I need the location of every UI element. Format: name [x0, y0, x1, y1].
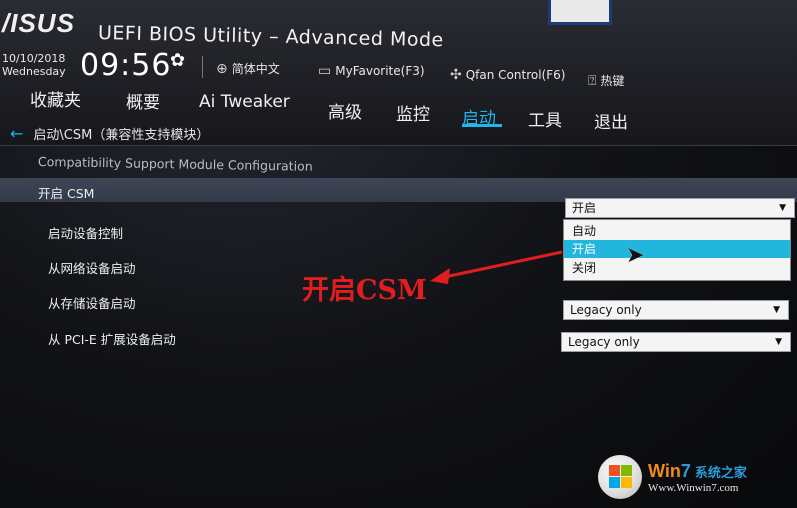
- chevron-down-icon: ▼: [775, 337, 782, 347]
- main-nav: 收藏夹 概要 Ai Tweaker 高级 监控 启动 工具 退出: [0, 86, 797, 133]
- weekday-text: Wednesday: [2, 65, 66, 78]
- setting-label-pcie-boot[interactable]: 从 PCI-E 扩展设备启动: [48, 329, 176, 348]
- storage-boot-value: Legacy only: [570, 303, 642, 317]
- setting-label-csm: 开启 CSM: [38, 186, 95, 201]
- breadcrumb-text: 启动\CSM（兼容性支持模块）: [33, 128, 210, 143]
- time-display: 09:56: [80, 48, 172, 83]
- tab-advanced[interactable]: 高级: [328, 98, 362, 123]
- watermark-text: Win7 系统之家 Www.Winwin7.com: [648, 461, 747, 494]
- mouse-pointer-icon: ➤: [626, 243, 645, 268]
- qfan-control-button[interactable]: ✣ Qfan Control(F6): [450, 67, 565, 83]
- asus-logo: /ISUS: [2, 8, 75, 38]
- bios-screen: /ISUS UEFI BIOS Utility – Advanced Mode …: [0, 0, 797, 508]
- option-auto[interactable]: 自动: [564, 222, 790, 240]
- active-tab-indicator: [462, 124, 502, 127]
- csm-options-menu[interactable]: 自动 开启 关闭: [563, 219, 791, 281]
- back-arrow-icon[interactable]: ←: [10, 124, 23, 143]
- breadcrumb[interactable]: ← 启动\CSM（兼容性支持模块）: [10, 124, 209, 143]
- tab-ai-tweaker[interactable]: Ai Tweaker: [199, 92, 290, 112]
- setting-label-storage-boot[interactable]: 从存储设备启动: [48, 293, 136, 312]
- option-enabled[interactable]: 开启: [564, 240, 790, 258]
- csm-dropdown[interactable]: 开启 ▼: [565, 198, 795, 218]
- page-subtitle: Compatibility Support Module Configurati…: [37, 154, 313, 174]
- tab-exit[interactable]: 退出: [594, 108, 628, 133]
- setting-label-boot-device-control[interactable]: 启动设备控制: [48, 223, 123, 242]
- myfavorite-button[interactable]: ▭ MyFavorite(F3): [318, 63, 425, 79]
- pcie-boot-dropdown[interactable]: Legacy only ▼: [561, 332, 791, 352]
- fan-icon: ✣: [450, 67, 462, 83]
- windows-logo-icon: [598, 455, 642, 499]
- date-display: 10/10/2018 Wednesday: [2, 52, 66, 78]
- favorite-icon: ▭: [318, 63, 332, 79]
- tab-monitor[interactable]: 监控: [396, 100, 430, 125]
- divider: [202, 56, 203, 78]
- corner-box: [548, 0, 612, 25]
- tab-favorites[interactable]: 收藏夹: [30, 86, 81, 111]
- globe-icon: ⊕: [216, 60, 228, 77]
- gear-icon[interactable]: ✿: [170, 50, 185, 71]
- annotation-arrow-icon: [430, 250, 563, 284]
- watermark-url: Www.Winwin7.com: [648, 481, 739, 494]
- watermark-brand-cn: 系统之家: [694, 465, 747, 481]
- chevron-down-icon: ▼: [773, 305, 780, 315]
- pcie-boot-value: Legacy only: [568, 335, 640, 349]
- qfan-label: Qfan Control(F6): [465, 68, 566, 82]
- watermark-brand: Win7: [648, 460, 691, 481]
- myfavorite-label: MyFavorite(F3): [335, 64, 425, 78]
- tab-main[interactable]: 概要: [126, 88, 160, 113]
- language-button[interactable]: ⊕ 简体中文: [216, 60, 280, 77]
- watermark: Win7 系统之家 Www.Winwin7.com: [598, 455, 747, 499]
- date-text: 10/10/2018: [2, 52, 66, 65]
- app-title: UEFI BIOS Utility – Advanced Mode: [97, 22, 444, 52]
- chevron-down-icon: ▼: [779, 203, 786, 213]
- option-disabled[interactable]: 关闭: [564, 259, 790, 277]
- setting-label-network-boot[interactable]: 从网络设备启动: [48, 258, 136, 277]
- tab-tool[interactable]: 工具: [528, 106, 562, 131]
- csm-dropdown-value: 开启: [572, 201, 597, 215]
- language-label: 简体中文: [231, 62, 280, 76]
- storage-boot-dropdown[interactable]: Legacy only ▼: [563, 300, 789, 320]
